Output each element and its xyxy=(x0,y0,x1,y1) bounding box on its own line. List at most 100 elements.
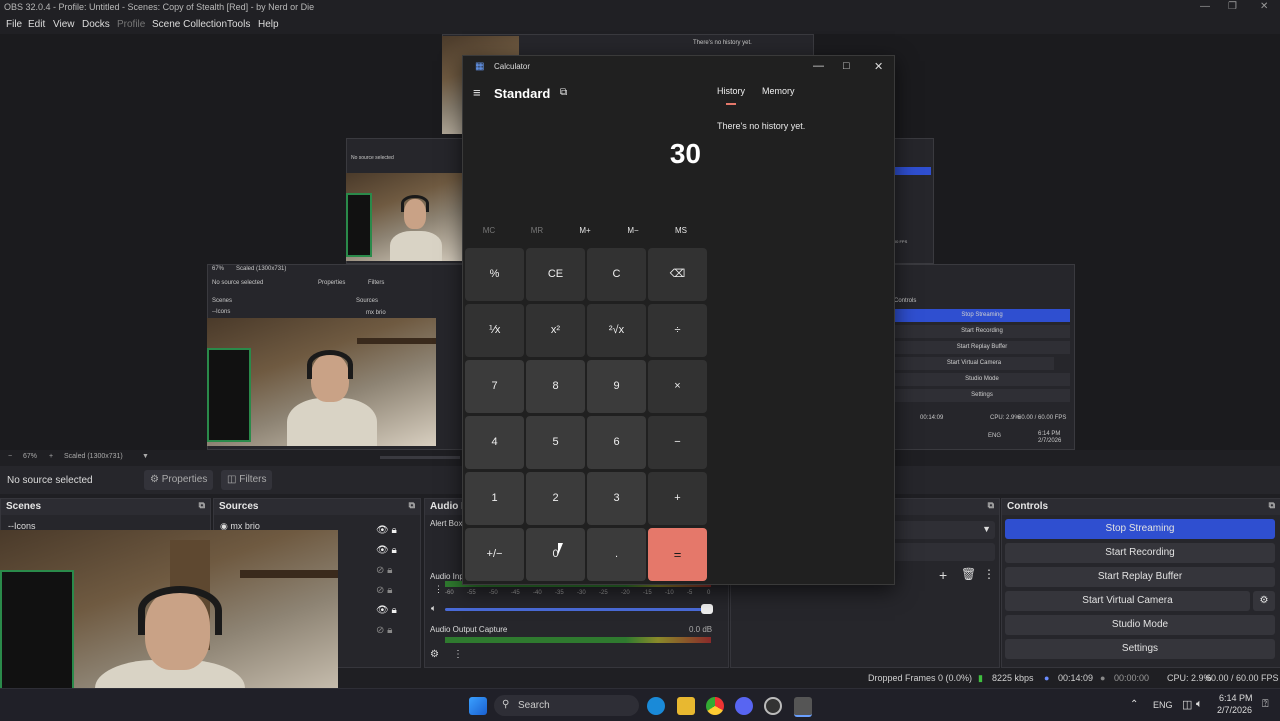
filters-button[interactable]: ◫ Filters xyxy=(221,470,273,490)
windows-start-icon[interactable] xyxy=(469,697,487,715)
menu-file[interactable]: File xyxy=(6,19,22,30)
menu-help[interactable]: Help xyxy=(258,19,279,30)
volume-slider-handle[interactable] xyxy=(701,604,713,614)
digit-7-button[interactable]: 7 xyxy=(465,360,524,413)
mixer-settings-icon[interactable]: ⚙ xyxy=(430,649,439,660)
duration-spinbox[interactable] xyxy=(891,543,995,561)
tab-history[interactable]: History xyxy=(717,86,745,96)
obs-icon[interactable] xyxy=(764,697,782,715)
nested-no-source: No source selected xyxy=(212,280,264,286)
hamburger-menu-icon[interactable]: ≡ xyxy=(473,85,481,100)
dock-undock-icon[interactable]: ⧉ xyxy=(199,500,205,511)
volume-icon[interactable]: 🔈︎ xyxy=(1196,698,1203,711)
properties-label: Properties xyxy=(161,474,208,485)
memory-add-button[interactable]: M+ xyxy=(561,224,609,238)
maximize-icon[interactable]: □ xyxy=(843,60,850,72)
backspace-button[interactable]: ⌫ xyxy=(648,248,707,301)
minimize-icon[interactable]: — xyxy=(813,60,824,72)
menu-scene-collection[interactable]: Scene Collection xyxy=(152,19,227,30)
eye-off-icon[interactable]: ⊘ 🔒︎ xyxy=(376,581,397,601)
zoom-in-icon[interactable]: + xyxy=(49,453,53,460)
kebab-icon[interactable]: ⋮ xyxy=(453,649,463,660)
close-icon[interactable]: ✕ xyxy=(1260,1,1268,12)
eye-off-icon[interactable]: ⊘ 🔒︎ xyxy=(376,621,397,641)
dock-undock-icon[interactable]: ⧉ xyxy=(1269,500,1275,511)
speaker-icon[interactable]: 🔈︎ xyxy=(431,603,436,614)
square-root-button[interactable]: ²√x xyxy=(587,304,646,357)
add-button[interactable]: + xyxy=(648,472,707,525)
eye-icon[interactable]: 👁︎ 🔒︎ xyxy=(376,601,397,621)
memory-subtract-button[interactable]: M− xyxy=(609,224,657,238)
menu-docks[interactable]: Docks xyxy=(82,19,110,30)
dock-undock-icon[interactable]: ⧉ xyxy=(988,500,994,511)
start-virtual-camera-button[interactable]: Start Virtual Camera xyxy=(1005,591,1250,611)
preview-scrollbar[interactable] xyxy=(380,456,460,459)
menu-tools[interactable]: Tools xyxy=(227,19,250,30)
trash-icon[interactable]: 🗑︎ xyxy=(961,567,976,581)
digit-2-button[interactable]: 2 xyxy=(526,472,585,525)
notification-bell-icon[interactable]: ⍰ xyxy=(1262,698,1269,711)
negate-button[interactable]: +/− xyxy=(465,528,524,581)
equals-button[interactable]: = xyxy=(648,528,707,581)
file-explorer-icon[interactable] xyxy=(677,697,695,715)
kebab-icon[interactable]: ⋮ xyxy=(983,567,995,581)
discord-icon[interactable] xyxy=(735,697,753,715)
studio-mode-button[interactable]: Studio Mode xyxy=(1005,615,1275,635)
divide-button[interactable]: ÷ xyxy=(648,304,707,357)
eye-icon[interactable]: 👁︎ 🔒︎ xyxy=(376,521,397,541)
clock-date[interactable]: 2/7/2026 xyxy=(1217,705,1252,715)
scale-label[interactable]: Scaled (1300x731) xyxy=(64,453,123,460)
eye-icon[interactable]: 👁︎ 🔒︎ xyxy=(376,541,397,561)
network-icon[interactable]: ◫ xyxy=(1182,698,1192,711)
dock-undock-icon[interactable]: ⧉ xyxy=(409,500,415,511)
restore-icon[interactable]: ❐ xyxy=(1228,1,1237,12)
memory-store-button[interactable]: MS xyxy=(657,224,705,238)
start-replay-buffer-button[interactable]: Start Replay Buffer xyxy=(1005,567,1275,587)
digit-4-button[interactable]: 4 xyxy=(465,416,524,469)
settings-button[interactable]: Settings xyxy=(1005,639,1275,659)
clock-time[interactable]: 6:14 PM xyxy=(1219,693,1253,703)
zoom-out-icon[interactable]: − xyxy=(8,453,12,460)
subtract-button[interactable]: − xyxy=(648,416,707,469)
edge-icon[interactable] xyxy=(647,697,665,715)
digit-8-button[interactable]: 8 xyxy=(526,360,585,413)
menu-edit[interactable]: Edit xyxy=(28,19,45,30)
digit-3-button[interactable]: 3 xyxy=(587,472,646,525)
properties-button[interactable]: ⚙ Properties xyxy=(144,470,214,490)
transition-select[interactable]: ▼ xyxy=(891,521,995,539)
kebab-icon[interactable]: ⋮ xyxy=(434,584,443,595)
digit-5-button[interactable]: 5 xyxy=(526,416,585,469)
taskbar-search[interactable]: ⚲ Search xyxy=(494,695,639,716)
tab-memory[interactable]: Memory xyxy=(762,86,795,96)
chevron-up-icon[interactable]: ⌃ xyxy=(1130,699,1138,710)
clear-entry-button[interactable]: CE xyxy=(526,248,585,301)
digit-6-button[interactable]: 6 xyxy=(587,416,646,469)
digit-0-button[interactable]: 0 xyxy=(526,528,585,581)
reciprocal-button[interactable]: ⅟x xyxy=(465,304,524,357)
square-button[interactable]: x² xyxy=(526,304,585,357)
scale-dropdown-icon[interactable]: ▼ xyxy=(142,453,149,460)
keep-on-top-icon[interactable]: ⧉ xyxy=(560,87,567,98)
digit-1-button[interactable]: 1 xyxy=(465,472,524,525)
menu-profile[interactable]: Profile xyxy=(117,19,145,30)
minimize-icon[interactable]: — xyxy=(1200,1,1210,12)
menu-view[interactable]: View xyxy=(53,19,75,30)
digit-9-button[interactable]: 9 xyxy=(587,360,646,413)
percent-button[interactable]: % xyxy=(465,248,524,301)
chrome-icon[interactable] xyxy=(706,697,724,715)
clear-button[interactable]: C xyxy=(587,248,646,301)
multiply-button[interactable]: × xyxy=(648,360,707,413)
calculator-taskbar-icon[interactable] xyxy=(794,697,812,717)
language-indicator[interactable]: ENG xyxy=(1153,700,1173,710)
eye-off-icon[interactable]: ⊘ 🔒︎ xyxy=(376,561,397,581)
decimal-button[interactable]: . xyxy=(587,528,646,581)
close-icon[interactable]: ✕ xyxy=(874,60,883,73)
add-icon[interactable]: + xyxy=(939,567,947,583)
obs-status-bar: Dropped Frames 0 (0.0%) ▮ 8225 kbps ● 00… xyxy=(340,668,1280,688)
stop-streaming-button[interactable]: Stop Streaming xyxy=(1005,519,1275,539)
memory-clear-button[interactable]: MC xyxy=(465,224,513,238)
memory-recall-button[interactable]: MR xyxy=(513,224,561,238)
audio-input-volume-slider[interactable] xyxy=(445,608,711,611)
virtual-camera-settings-button[interactable]: ⚙ xyxy=(1253,591,1275,611)
start-recording-button[interactable]: Start Recording xyxy=(1005,543,1275,563)
